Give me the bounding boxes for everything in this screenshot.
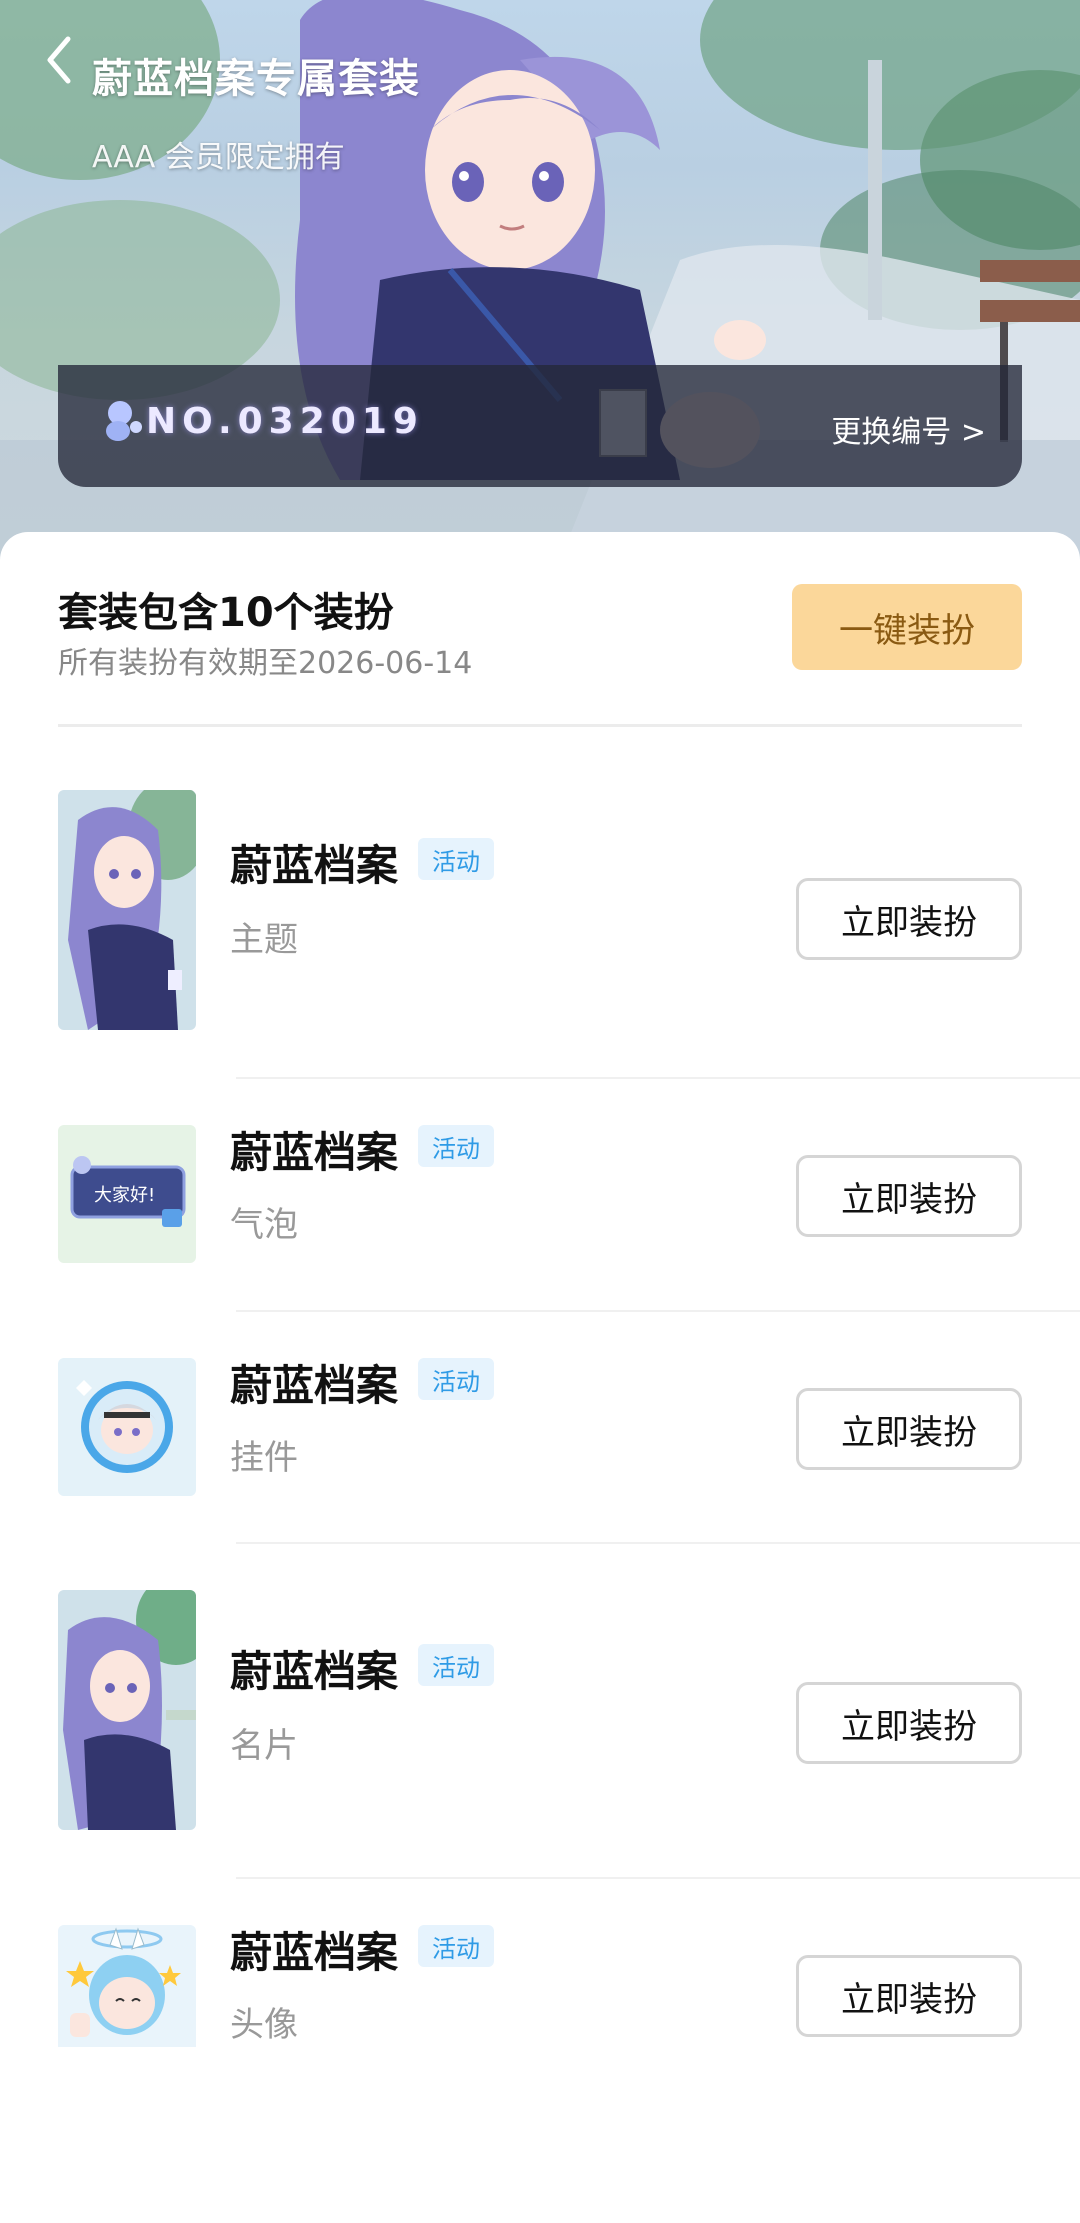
summary-divider <box>58 724 1022 727</box>
activity-tag: 活动 <box>418 1925 494 1967</box>
avatar-thumbnail <box>58 1925 196 2047</box>
item-name: 蔚蓝档案 <box>230 1361 399 1410</box>
page-title: 蔚蓝档案专属套装 <box>92 56 420 102</box>
item-name: 蔚蓝档案 <box>230 1928 399 1977</box>
suit-content-sheet: 套装包含10个装扮 所有装扮有效期至2026-06-14 一键装扮 蔚蓝档案 活… <box>0 532 1080 2223</box>
item-name: 蔚蓝档案 <box>230 1647 399 1696</box>
serial-number-bar: NO.032019 更换编号 > <box>58 365 1022 487</box>
suit-validity-text: 所有装扮有效期至2026-06-14 <box>58 646 473 681</box>
item-name: 蔚蓝档案 <box>230 1128 399 1177</box>
hero-banner: 蔚蓝档案专属套装 AAA 会员限定拥有 NO.032019 更换编号 > <box>0 0 1080 560</box>
dress-now-button[interactable]: 立即装扮 <box>796 1388 1022 1470</box>
row-divider <box>236 1877 1080 1879</box>
page-subtitle: AAA 会员限定拥有 <box>92 140 345 175</box>
row-divider <box>236 1310 1080 1312</box>
item-type: 头像 <box>230 2005 298 2045</box>
activity-tag: 活动 <box>418 1358 494 1400</box>
dress-now-button[interactable]: 立即装扮 <box>796 1955 1022 2037</box>
dress-now-button[interactable]: 立即装扮 <box>796 878 1022 960</box>
serial-number: NO.032019 <box>146 401 424 442</box>
list-item: 蔚蓝档案 活动 头像 立即装扮 <box>0 1925 1080 2065</box>
one-key-dress-button[interactable]: 一键装扮 <box>792 584 1022 670</box>
list-item: 蔚蓝档案 活动 挂件 立即装扮 <box>0 1358 1080 1498</box>
activity-tag: 活动 <box>418 1644 494 1686</box>
suit-summary-title: 套装包含10个装扮 <box>58 590 394 636</box>
dress-now-button[interactable]: 立即装扮 <box>796 1155 1022 1237</box>
mascot-icon <box>106 401 142 441</box>
change-number-link[interactable]: 更换编号 > <box>831 407 986 451</box>
activity-tag: 活动 <box>418 838 494 880</box>
list-item: 蔚蓝档案 活动 名片 立即装扮 <box>0 1590 1080 1840</box>
pendant-thumbnail <box>58 1358 196 1496</box>
item-type: 气泡 <box>230 1205 298 1245</box>
back-button[interactable] <box>34 30 84 90</box>
bubble-thumbnail: 大家好! <box>58 1125 196 1263</box>
item-type: 挂件 <box>230 1438 298 1478</box>
theme-thumbnail <box>58 790 196 1030</box>
bubble-preview-text: 大家好! <box>94 1185 156 1206</box>
item-name: 蔚蓝档案 <box>230 841 399 890</box>
item-type: 主题 <box>230 920 298 960</box>
list-item: 蔚蓝档案 活动 主题 立即装扮 <box>0 790 1080 1040</box>
activity-tag: 活动 <box>418 1125 494 1167</box>
dress-now-button[interactable]: 立即装扮 <box>796 1682 1022 1764</box>
card-thumbnail <box>58 1590 196 1830</box>
row-divider <box>236 1077 1080 1079</box>
chevron-left-icon <box>47 36 71 84</box>
list-item: 大家好! 蔚蓝档案 活动 气泡 立即装扮 <box>0 1125 1080 1265</box>
row-divider <box>236 1542 1080 1544</box>
item-type: 名片 <box>230 1726 298 1766</box>
